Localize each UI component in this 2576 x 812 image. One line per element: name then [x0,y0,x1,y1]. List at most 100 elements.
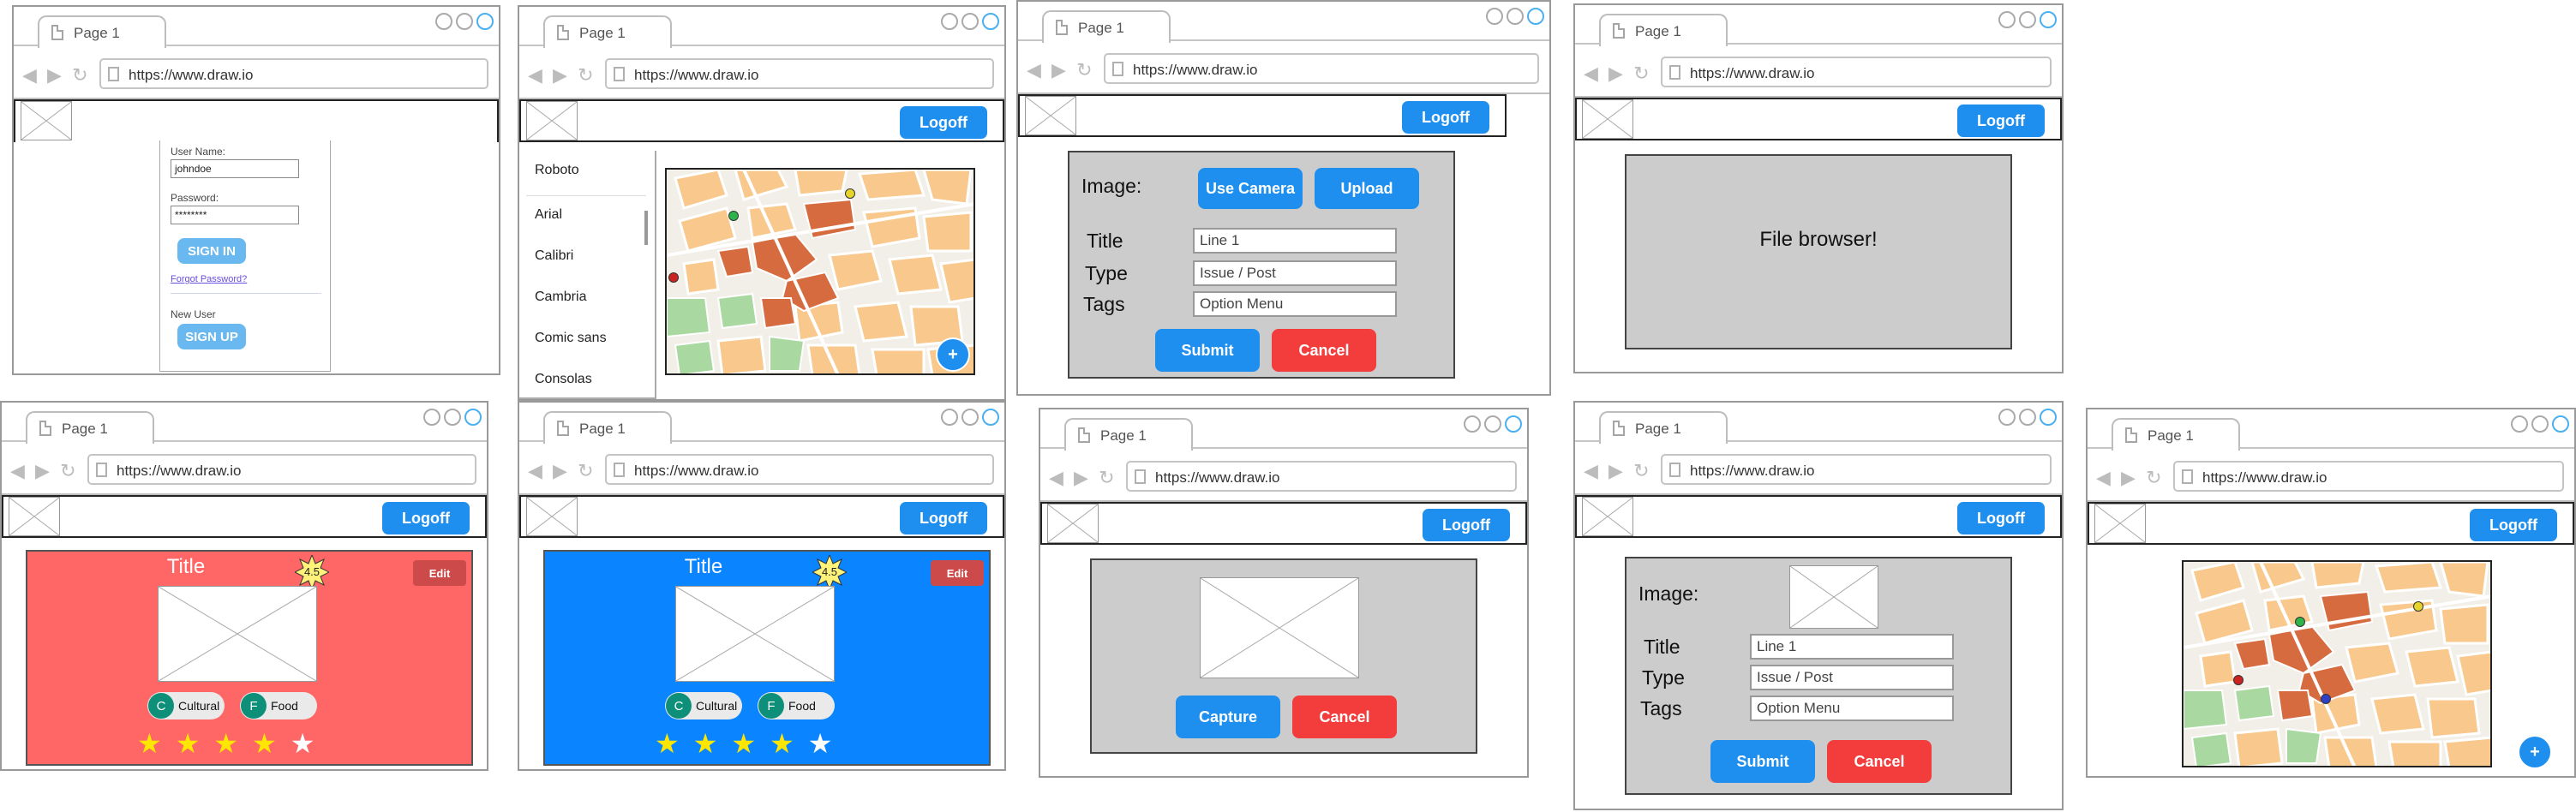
sign-up-button[interactable]: SIGN UP [177,324,246,349]
forgot-password-link[interactable]: Forgot Password? [171,274,247,284]
browser-tab[interactable]: Page 1 [1064,418,1193,451]
maximize-button[interactable] [962,13,979,30]
maximize-button[interactable] [456,13,473,30]
cancel-button[interactable]: Cancel [1272,329,1376,372]
font-list[interactable]: Roboto Arial Calibri Cambria Comic sans … [519,151,656,399]
maximize-button[interactable] [1507,8,1524,25]
sign-in-button[interactable]: SIGN IN [177,238,246,264]
minimize-button[interactable] [2511,415,2528,433]
logoff-button[interactable]: Logoff [900,502,987,534]
browser-tab[interactable]: Page 1 [1599,14,1728,46]
logoff-button[interactable]: Logoff [1402,101,1489,134]
font-item[interactable]: Calibri [535,248,573,264]
username-input[interactable]: johndoe [171,159,299,178]
category-chip-food[interactable]: F Food [240,692,317,719]
logoff-button[interactable]: Logoff [1957,502,2045,534]
address-bar[interactable]: https://www.draw.io [1661,57,2052,87]
map-pin-icon[interactable] [668,272,679,283]
star-icon[interactable]: ★ [693,730,718,757]
map-pin-icon[interactable] [2295,617,2305,627]
logoff-button[interactable]: Logoff [900,106,987,139]
star-icon[interactable]: ★ [213,730,238,757]
type-select[interactable]: Issue / Post [1750,665,1954,690]
minimize-button[interactable] [1998,409,2016,426]
title-input[interactable]: Line 1 [1750,634,1954,660]
logoff-button[interactable]: Logoff [1423,509,1510,541]
star-icon[interactable]: ★ [176,730,201,757]
address-bar[interactable]: https://www.draw.io [1126,461,1517,492]
maximize-button[interactable] [2019,11,2036,28]
back-forward-reload-icon[interactable]: ◀ ▶ ↻ [1049,467,1117,489]
address-bar[interactable]: https://www.draw.io [605,58,994,89]
category-chip-cultural[interactable]: C Cultural [665,692,742,719]
close-button[interactable] [1527,8,1544,25]
map-pin-icon[interactable] [845,188,855,199]
minimize-button[interactable] [1486,8,1503,25]
file-browser-panel[interactable]: File browser! [1625,154,2012,349]
back-forward-reload-icon[interactable]: ◀ ▶ ↻ [10,460,79,482]
map-pin-icon[interactable] [2233,675,2244,685]
star-rating[interactable]: ★ ★ ★ ★ ★ [137,730,315,757]
map-view[interactable] [2182,560,2492,767]
minimize-button[interactable] [941,13,958,30]
title-input[interactable]: Line 1 [1193,228,1397,254]
back-forward-reload-icon[interactable]: ◀ ▶ ↻ [1584,460,1652,482]
close-button[interactable] [982,13,999,30]
upload-button[interactable]: Upload [1315,168,1419,209]
browser-tab[interactable]: Page 1 [38,15,166,48]
font-item[interactable]: Arial [535,207,562,223]
add-fab-button[interactable]: + [936,337,970,372]
star-icon[interactable]: ★ [291,730,315,757]
add-fab-button[interactable]: + [2518,735,2552,769]
font-item[interactable]: Roboto [535,163,579,178]
back-forward-reload-icon[interactable]: ◀ ▶ ↻ [2096,467,2165,489]
edit-button[interactable]: Edit [413,560,466,586]
browser-tab[interactable]: Page 1 [26,411,154,444]
logoff-button[interactable]: Logoff [382,502,470,534]
map-pin-icon[interactable] [728,211,739,221]
edit-button[interactable]: Edit [931,560,984,586]
close-button[interactable] [1505,415,1522,433]
submit-button[interactable]: Submit [1710,740,1815,783]
image-thumbnail[interactable] [1789,565,1878,629]
font-item[interactable]: Consolas [535,372,592,387]
address-bar[interactable]: https://www.draw.io [99,58,488,89]
cancel-button[interactable]: Cancel [1827,740,1932,783]
tags-select[interactable]: Option Menu [1750,696,1954,721]
cancel-button[interactable]: Cancel [1292,696,1397,738]
maximize-button[interactable] [2531,415,2549,433]
address-bar[interactable]: https://www.draw.io [2173,461,2564,492]
browser-tab[interactable]: Page 1 [1042,10,1171,43]
close-button[interactable] [2040,11,2057,28]
password-input[interactable]: ******** [171,206,299,224]
tags-select[interactable]: Option Menu [1193,291,1397,317]
star-icon[interactable]: ★ [655,730,680,757]
logoff-button[interactable]: Logoff [1957,104,2045,137]
map-pin-icon[interactable] [2321,694,2331,704]
minimize-button[interactable] [1998,11,2016,28]
star-icon[interactable]: ★ [137,730,162,757]
category-chip-cultural[interactable]: C Cultural [147,692,225,719]
map-view[interactable]: + [665,168,975,375]
scrollbar[interactable] [644,211,648,245]
star-icon[interactable]: ★ [731,730,756,757]
font-item[interactable]: Comic sans [535,331,607,346]
star-icon[interactable]: ★ [252,730,277,757]
back-forward-reload-icon[interactable]: ◀ ▶ ↻ [528,460,596,482]
back-forward-reload-icon[interactable]: ◀ ▶ ↻ [528,64,596,87]
minimize-button[interactable] [941,409,958,426]
category-chip-food[interactable]: F Food [758,692,835,719]
back-forward-reload-icon[interactable]: ◀ ▶ ↻ [1027,59,1095,81]
back-forward-reload-icon[interactable]: ◀ ▶ ↻ [1584,63,1652,85]
use-camera-button[interactable]: Use Camera [1198,168,1303,209]
logoff-button[interactable]: Logoff [2470,509,2557,541]
browser-tab[interactable]: Page 1 [2112,418,2240,451]
maximize-button[interactable] [444,409,461,426]
close-button[interactable] [982,409,999,426]
star-rating[interactable]: ★ ★ ★ ★ ★ [655,730,832,757]
maximize-button[interactable] [962,409,979,426]
browser-tab[interactable]: Page 1 [543,411,672,444]
maximize-button[interactable] [1484,415,1501,433]
capture-button[interactable]: Capture [1176,696,1280,738]
font-item[interactable]: Cambria [535,290,586,305]
